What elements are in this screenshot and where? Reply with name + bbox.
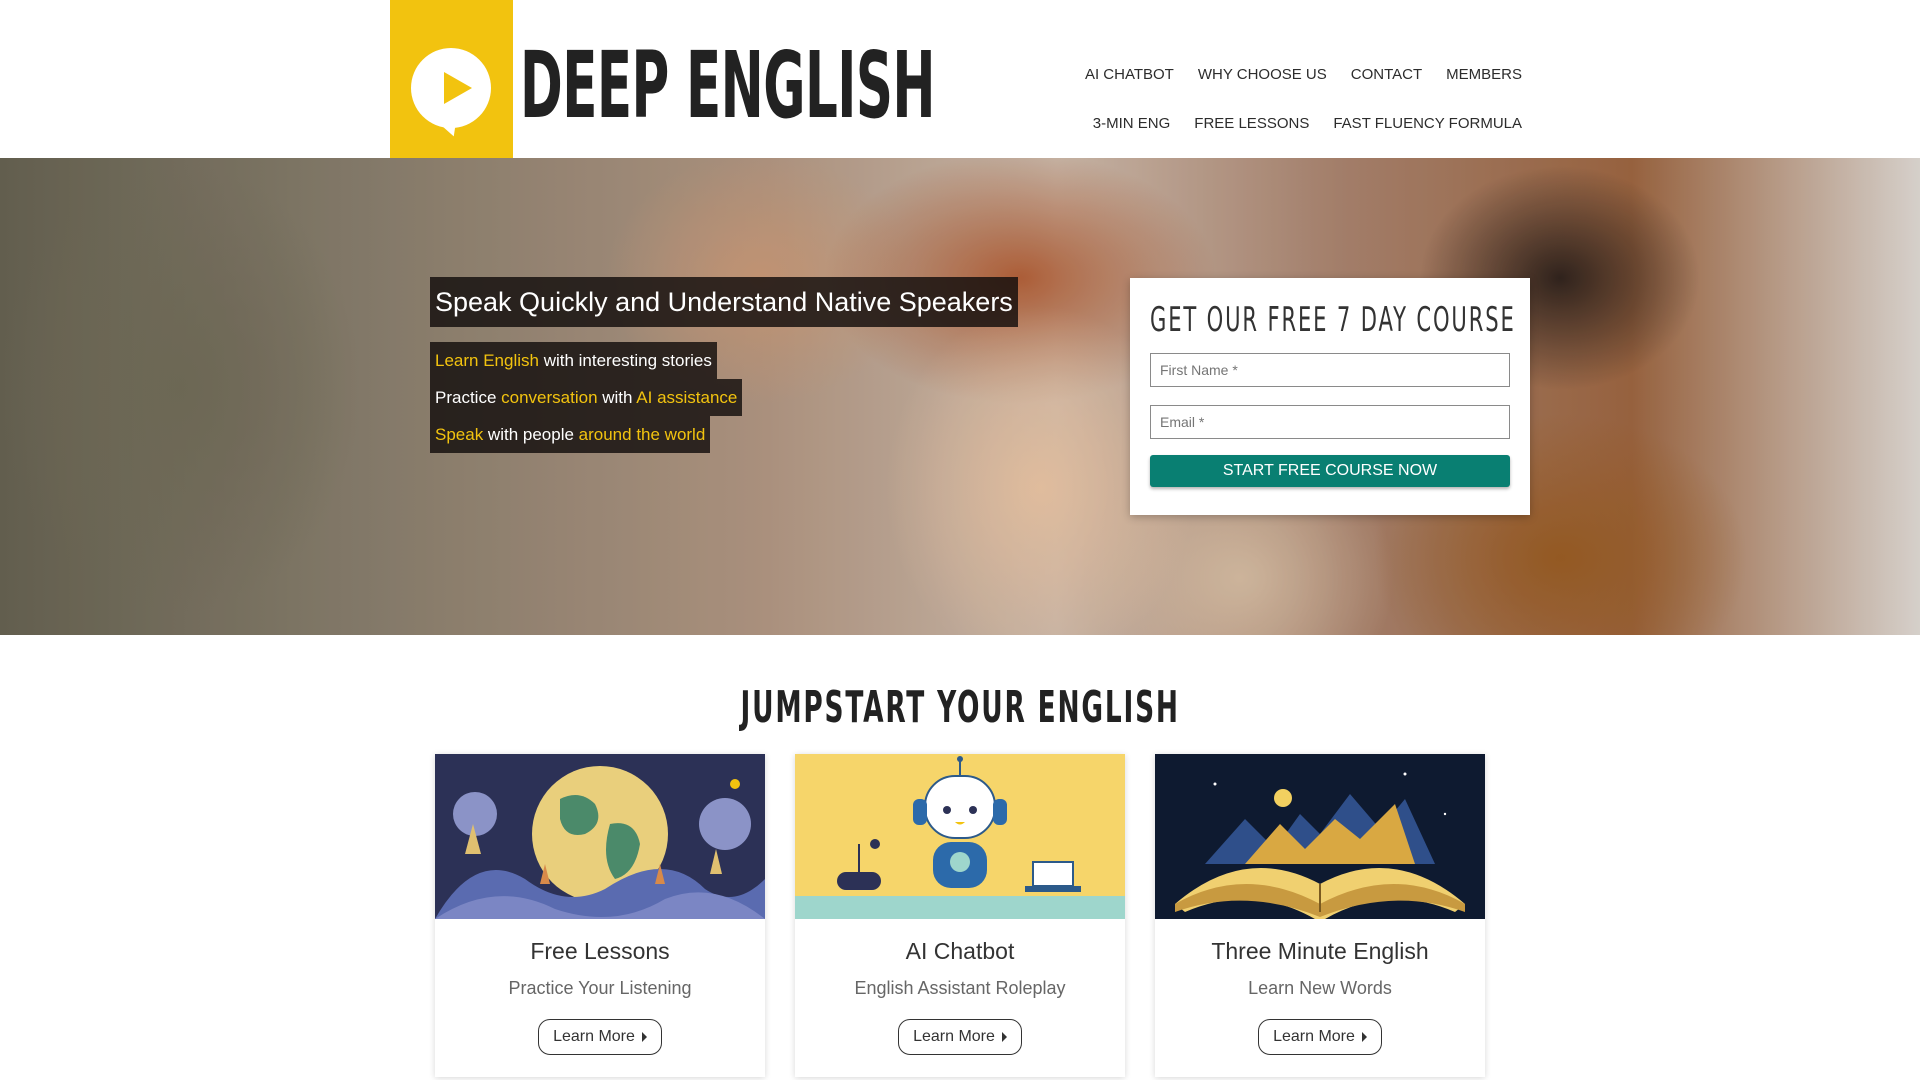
tagline-text: with people (483, 425, 579, 444)
nav-row-2: 3-MIN ENG FREE LESSONS FAST FLUENCY FORMUL… (1069, 115, 1522, 132)
nav-item-why-choose-us[interactable]: WHY CHOOSE US (1198, 66, 1327, 83)
jumpstart-heading: JUMPSTART YOUR ENGLISH (740, 682, 1180, 733)
nav-row-1: AI CHATBOT WHY CHOOSE US CONTACT MEMBERS (1061, 66, 1522, 83)
learn-more-button[interactable]: Learn More (1258, 1019, 1382, 1055)
hero-headline: Speak Quickly and Understand Native Spea… (430, 277, 1018, 327)
hero-photo-overlay (0, 158, 1920, 635)
card-free-lessons: Free Lessons Practice Your Listening Lea… (435, 754, 765, 1077)
hero-tagline-1: Learn English with interesting stories (430, 342, 717, 379)
card-ai-chatbot: AI Chatbot English Assistant Roleplay Le… (795, 754, 1125, 1077)
tagline-highlight: Speak (435, 425, 484, 444)
logo-circle (411, 48, 491, 128)
nav-item-contact[interactable]: CONTACT (1351, 66, 1422, 83)
tagline-highlight: AI assistance (636, 388, 738, 407)
robot-illustration (795, 754, 1125, 919)
learn-more-button[interactable]: Learn More (538, 1019, 662, 1055)
caret-right-icon (1001, 1031, 1007, 1042)
nav-item-ai-chatbot[interactable]: AI CHATBOT (1085, 66, 1174, 83)
tagline-highlight: conversation (501, 388, 598, 407)
tagline-text: with (597, 388, 637, 407)
tagline-highlight: around the world (578, 425, 706, 444)
logo[interactable] (390, 0, 513, 158)
tagline-text: with interesting stories (538, 351, 712, 370)
nav-item-members[interactable]: MEMBERS (1446, 66, 1522, 83)
tagline-text: Practice (435, 388, 502, 407)
card-title: Free Lessons (530, 938, 670, 964)
card-subtitle: English Assistant Roleplay (854, 978, 1066, 998)
caret-right-icon (641, 1031, 647, 1042)
nav-item-3-min-eng[interactable]: 3-MIN ENG (1093, 115, 1171, 132)
signup-form: GET OUR FREE 7 DAY COURSE START FREE COU… (1130, 278, 1530, 515)
learn-more-button[interactable]: Learn More (898, 1019, 1022, 1055)
learn-more-label: Learn More (913, 1028, 995, 1045)
card-title: Three Minute English (1211, 938, 1429, 964)
card-subtitle: Learn New Words (1248, 978, 1392, 998)
card-three-minute-english: Three Minute English Learn New Words Lea… (1155, 754, 1485, 1077)
globe-illustration (435, 754, 765, 919)
play-icon (444, 72, 472, 104)
learn-more-label: Learn More (553, 1028, 635, 1045)
learn-more-label: Learn More (1273, 1028, 1355, 1045)
email-field[interactable] (1150, 405, 1510, 439)
form-title: GET OUR FREE 7 DAY COURSE (1150, 300, 1516, 340)
hero-banner: Speak Quickly and Understand Native Spea… (0, 158, 1920, 635)
brand-name[interactable]: DEEP ENGLISH (520, 38, 936, 134)
card-subtitle: Practice Your Listening (508, 978, 692, 998)
start-free-course-button[interactable]: START FREE COURSE NOW (1150, 455, 1510, 487)
first-name-field[interactable] (1150, 353, 1510, 387)
hero-tagline-3: Speak with people around the world (430, 416, 711, 453)
hero-tagline-2: Practice conversation with AI assistance (430, 379, 743, 416)
card-title: AI Chatbot (905, 938, 1015, 964)
site-header: DEEP ENGLISH AI CHATBOT WHY CHOOSE US CONT… (0, 0, 1920, 158)
caret-right-icon (1361, 1031, 1367, 1042)
nav-item-free-lessons[interactable]: FREE LESSONS (1194, 115, 1309, 132)
nav-item-fast-fluency-formula[interactable]: FAST FLUENCY FORMULA (1333, 115, 1522, 132)
open-book-illustration (1155, 754, 1485, 919)
section-title: JUMPSTART YOUR ENGLISH (0, 682, 1920, 733)
tagline-highlight: Learn English (435, 351, 539, 370)
